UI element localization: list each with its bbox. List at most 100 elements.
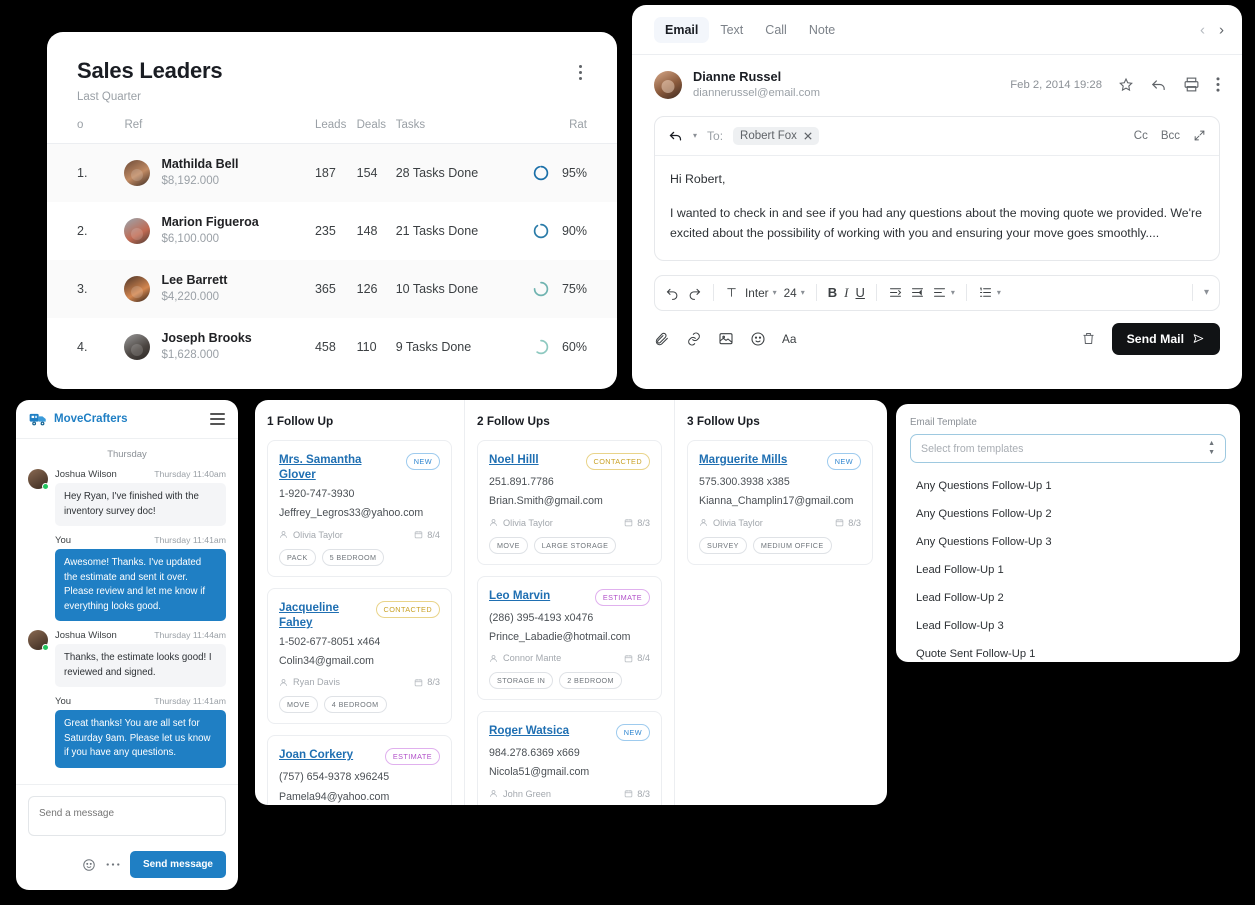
- lead-assignee: Connor Mante: [489, 653, 561, 663]
- emoji-icon[interactable]: [750, 331, 766, 347]
- template-option[interactable]: Lead Follow-Up 3: [910, 612, 1226, 640]
- template-option[interactable]: Quote Sent Follow-Up 1: [910, 640, 1226, 662]
- lead-card[interactable]: Mrs. Samantha Glover NEW 1-920-747-3930 Jef…: [267, 440, 452, 577]
- avatar: [654, 70, 682, 99]
- rep-name: Marion Figueroa: [161, 215, 259, 230]
- chat-more-icon[interactable]: [106, 862, 120, 867]
- tab-note[interactable]: Note: [798, 17, 846, 43]
- font-size-select[interactable]: 24 ▾: [784, 286, 805, 300]
- font-family-select[interactable]: Inter ▾: [745, 286, 777, 300]
- lead-name-link[interactable]: Leo Marvin: [489, 588, 589, 603]
- indent-decrease-icon[interactable]: [888, 285, 903, 300]
- star-icon[interactable]: [1118, 77, 1134, 93]
- send-mail-button[interactable]: Send Mail: [1111, 322, 1220, 355]
- template-option[interactable]: Any Questions Follow-Up 1: [910, 472, 1226, 500]
- more-options-icon[interactable]: [571, 62, 589, 82]
- chevron-right-icon[interactable]: ›: [1219, 22, 1224, 37]
- expand-icon[interactable]: [1193, 129, 1206, 142]
- lead-card[interactable]: Leo Marvin ESTIMATE (286) 395-4193 x0476 Pr…: [477, 575, 662, 701]
- lead-name-link[interactable]: Marguerite Mills: [699, 452, 821, 467]
- avatar: [28, 469, 49, 490]
- link-icon[interactable]: [686, 331, 702, 347]
- row-rank: 1.: [77, 166, 88, 181]
- email-template-picker: Email Template Select from templates ▲ ▼ …: [896, 404, 1240, 662]
- template-select[interactable]: Select from templates ▲ ▼: [910, 434, 1226, 463]
- lead-name-link[interactable]: Roger Watsica: [489, 723, 610, 738]
- lead-card[interactable]: Marguerite Mills NEW 575.300.3938 x385 Kian…: [687, 440, 873, 565]
- table-row[interactable]: 4. Joseph Brooks $1,628.000 458 110 9 Tasks D…: [47, 318, 617, 376]
- template-option[interactable]: Lead Follow-Up 2: [910, 584, 1226, 612]
- tab-call[interactable]: Call: [754, 17, 798, 43]
- rating-value: 60%: [561, 340, 587, 355]
- bcc-button[interactable]: Bcc: [1161, 130, 1180, 142]
- toolbar-overflow-icon[interactable]: ▾: [1204, 287, 1209, 298]
- cc-button[interactable]: Cc: [1134, 130, 1148, 142]
- tab-email[interactable]: Email: [654, 17, 710, 43]
- tab-text[interactable]: Text: [709, 17, 754, 43]
- text-format-icon[interactable]: Aa: [782, 332, 796, 346]
- lead-card[interactable]: Roger Watsica NEW 984.278.6369 x669 Nicola5…: [477, 711, 662, 805]
- table-row[interactable]: 2. Marion Figueroa $6,100.000 235 148 21 Task…: [47, 202, 617, 260]
- lead-card[interactable]: Joan Corkery ESTIMATE (757) 654-9378 x9624…: [267, 735, 452, 805]
- row-rating: 75%: [505, 260, 617, 318]
- table-row[interactable]: 1. Mathilda Bell $8,192.000 187 154 28 Tasks …: [47, 143, 617, 203]
- chat-footer: Send message: [16, 784, 238, 890]
- italic-button[interactable]: I: [844, 285, 848, 301]
- lead-email: Brian.Smith@gmail.com: [489, 495, 603, 508]
- user-icon: [490, 519, 497, 527]
- row-leads: 458: [314, 340, 336, 355]
- chat-brand-label: MoveCrafters: [54, 413, 128, 425]
- align-select[interactable]: ▾: [932, 285, 955, 300]
- lead-email: Jeffrey_Legros33@yahoo.com: [279, 507, 424, 520]
- row-deals: 154: [356, 166, 378, 181]
- chevron-left-icon[interactable]: ‹: [1200, 22, 1205, 37]
- recipient-chip[interactable]: Robert Fox: [733, 126, 819, 145]
- reply-icon[interactable]: [1150, 76, 1167, 93]
- print-icon[interactable]: [1183, 76, 1200, 93]
- delete-draft-icon[interactable]: [1081, 331, 1096, 346]
- lead-name-link[interactable]: Noel Hilll: [489, 452, 580, 467]
- lead-card[interactable]: Jacqueline Fahey CONTACTED 1-502-677-8051 …: [267, 587, 452, 725]
- online-status-dot: [42, 483, 49, 490]
- chat-input[interactable]: [28, 796, 226, 836]
- template-option[interactable]: Lead Follow-Up 1: [910, 556, 1226, 584]
- list-select[interactable]: ▾: [978, 285, 1001, 300]
- lead-phone: (757) 654-9378 x96245: [279, 771, 390, 784]
- text-style-icon[interactable]: [725, 286, 738, 299]
- bold-button[interactable]: B: [828, 285, 837, 300]
- board-column: 2 Follow Ups Noel Hilll CONTACTED 251.891.7…: [465, 400, 675, 805]
- hamburger-menu-icon[interactable]: [210, 413, 225, 425]
- attachment-icon[interactable]: [654, 331, 670, 347]
- lead-card[interactable]: Noel Hilll CONTACTED 251.891.7786 Brian.Smi…: [477, 440, 662, 565]
- undo-icon[interactable]: [665, 285, 680, 300]
- lead-tag: LARGE STORAGE: [533, 536, 617, 554]
- lead-name-link[interactable]: Mrs. Samantha Glover: [279, 452, 400, 482]
- email-body[interactable]: Hi Robert, I wanted to check in and see …: [655, 156, 1219, 260]
- underline-button[interactable]: U: [856, 285, 865, 300]
- rating-value: 95%: [561, 166, 587, 181]
- template-option[interactable]: Any Questions Follow-Up 2: [910, 500, 1226, 528]
- table-row[interactable]: 3. Lee Barrett $4,220.000 365 126 10 Tasks Do…: [47, 260, 617, 319]
- lead-phone: 251.891.7786: [489, 476, 554, 488]
- chat-emoji-icon[interactable]: [82, 858, 96, 872]
- lead-name-link[interactable]: Jacqueline Fahey: [279, 600, 370, 630]
- column-header-deals: Deals: [356, 119, 396, 144]
- message-author: You: [55, 535, 72, 547]
- chevron-down-icon: ▾: [772, 288, 777, 298]
- send-message-button[interactable]: Send message: [129, 851, 226, 878]
- chat-message: Joshua Wilson Thursday 11:44am Thanks, the…: [28, 630, 226, 688]
- lead-tag: PACK: [279, 548, 316, 566]
- send-mail-label: Send Mail: [1126, 331, 1184, 346]
- send-icon: [1193, 334, 1204, 343]
- reply-mode-icon[interactable]: [668, 128, 683, 143]
- row-deals: 126: [356, 282, 378, 297]
- reply-mode-chevron-icon[interactable]: ▾: [693, 131, 697, 140]
- redo-icon[interactable]: [687, 285, 702, 300]
- progress-ring-icon: [533, 340, 549, 355]
- lead-name-link[interactable]: Joan Corkery: [279, 747, 379, 762]
- image-icon[interactable]: [718, 331, 734, 347]
- email-more-icon[interactable]: [1216, 76, 1220, 93]
- template-option[interactable]: Any Questions Follow-Up 3: [910, 528, 1226, 556]
- user-icon: [700, 519, 707, 527]
- indent-increase-icon[interactable]: [910, 285, 925, 300]
